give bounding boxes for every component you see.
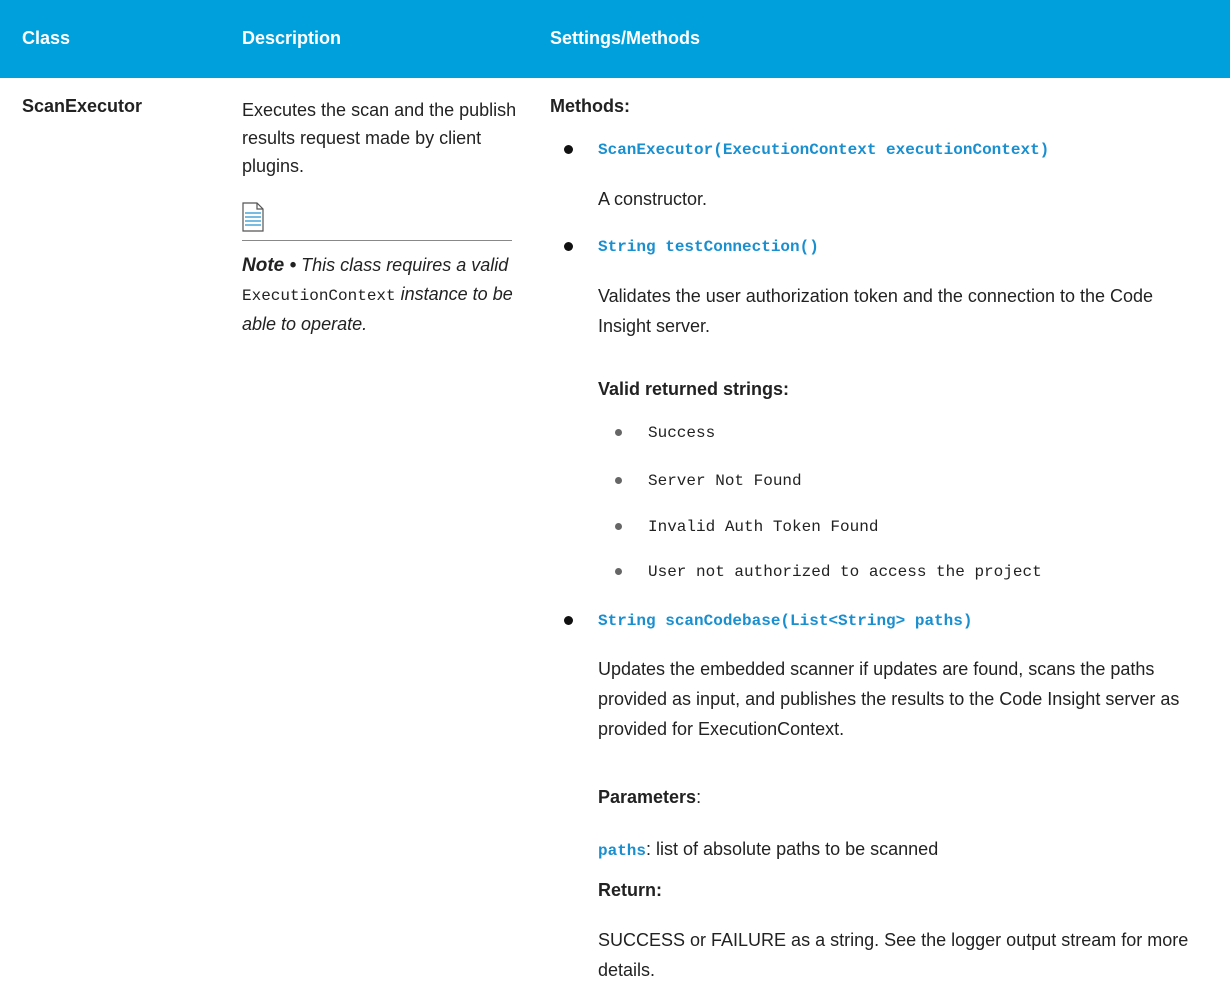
returns-heading: Valid returned strings: — [598, 379, 790, 399]
bullet — [564, 616, 573, 625]
bullet — [615, 568, 622, 575]
return-heading: Return: — [598, 880, 662, 900]
return-value: User not authorized to access the projec… — [648, 563, 1042, 581]
class-name: ScanExecutor — [22, 96, 143, 116]
bullet — [564, 242, 573, 251]
description-cell: Executes the scan and the publish result… — [242, 96, 522, 338]
parameter-name: paths — [598, 842, 647, 860]
method-description: Updates the embedded scanner if updates … — [598, 659, 1180, 739]
parameters-heading: Parameters — [598, 787, 697, 807]
method-description: Validates the user authorization token a… — [598, 286, 1154, 336]
method-signature: String testConnection() — [598, 238, 819, 256]
note: Note • This class requires a valid Execu… — [242, 251, 522, 338]
header-class: Class — [22, 28, 71, 48]
note-label: Note • — [242, 255, 297, 276]
method-description: A constructor. — [598, 189, 708, 209]
parameter-description: : list of absolute paths to be scanned — [646, 839, 939, 859]
note-text-before: This class requires a valid — [301, 255, 509, 275]
return-value: Success — [648, 424, 716, 442]
note-code: ExecutionContext — [242, 287, 396, 305]
return-value: Server Not Found — [648, 472, 802, 490]
parameters-heading-line: Parameters: — [598, 787, 701, 808]
bullet — [615, 477, 622, 484]
return-text: SUCCESS or FAILURE as a string. See the … — [598, 930, 1189, 980]
parameters-colon: : — [696, 787, 702, 807]
header-description: Description — [242, 28, 342, 48]
return-value: Invalid Auth Token Found — [648, 518, 879, 536]
bullet — [615, 429, 622, 436]
table-header: Class Description Settings/Methods — [0, 0, 1230, 78]
header-settings-methods: Settings/Methods — [550, 28, 701, 48]
note-divider — [242, 240, 512, 241]
note-document-icon — [242, 202, 264, 232]
class-description: Executes the scan and the publish result… — [242, 100, 517, 176]
method-signature: ScanExecutor(ExecutionContext executionC… — [598, 141, 1050, 159]
parameter-line: paths: list of absolute paths to be scan… — [598, 834, 938, 866]
method-signature: String scanCodebase(List<String> paths) — [598, 612, 973, 630]
bullet — [615, 523, 622, 530]
bullet — [564, 145, 573, 154]
methods-heading: Methods: — [550, 96, 630, 116]
